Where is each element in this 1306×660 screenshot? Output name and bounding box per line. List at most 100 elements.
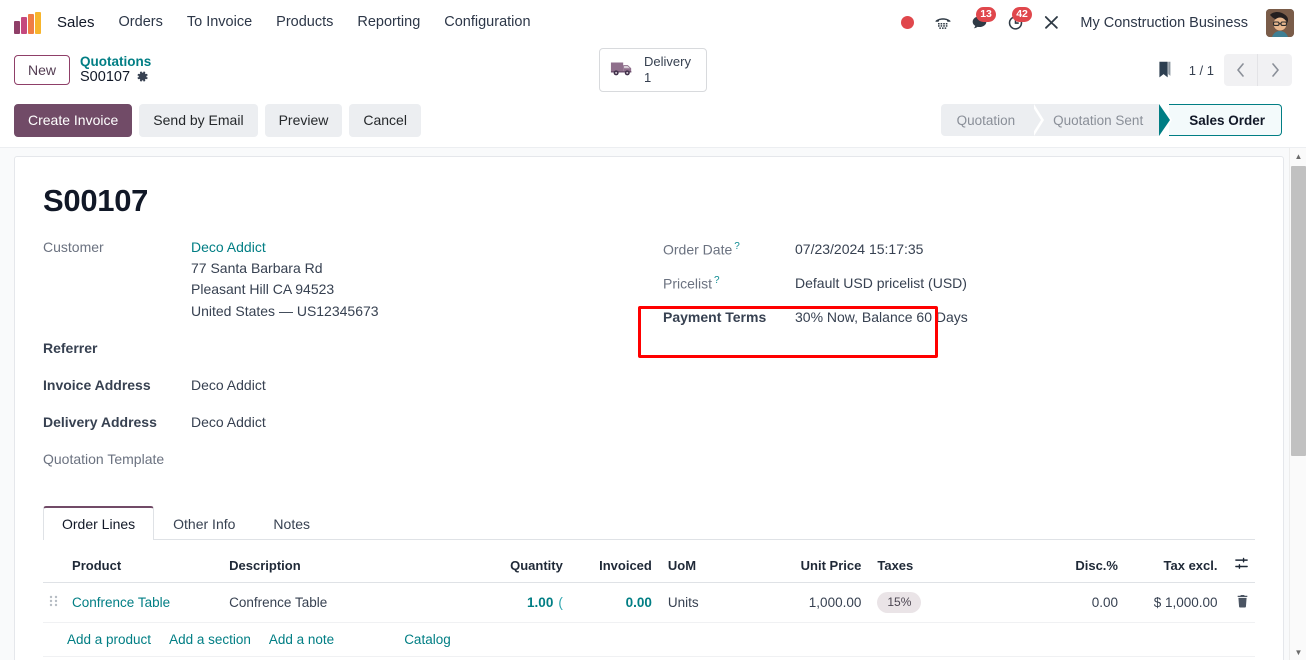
create-invoice-button[interactable]: Create Invoice xyxy=(14,104,133,137)
stage-quotation[interactable]: Quotation xyxy=(940,104,1044,137)
add-a-section-link[interactable]: Add a section xyxy=(169,632,251,647)
th-discount[interactable]: Disc.% xyxy=(1034,548,1124,584)
invoice-address-value[interactable]: Deco Addict xyxy=(191,373,266,396)
gear-icon[interactable] xyxy=(136,70,149,85)
customer-label: Customer xyxy=(43,238,104,255)
control-panel-right: 1 / 1 xyxy=(1153,54,1292,86)
send-by-email-button[interactable]: Send by Email xyxy=(139,104,258,137)
cancel-button[interactable]: Cancel xyxy=(349,104,421,137)
tab-notes[interactable]: Notes xyxy=(254,506,329,540)
page-title: S00107 xyxy=(43,182,149,218)
clock-icon[interactable]: 42 xyxy=(998,6,1033,40)
order-date-help-icon[interactable]: ? xyxy=(734,241,740,252)
form-sheet: S00107 Customer Deco Addict 77 Santa Bar… xyxy=(14,155,1284,660)
drag-handle-icon[interactable] xyxy=(49,595,58,611)
quantity-indicator-icon: ( xyxy=(558,595,563,611)
table-row[interactable]: Confrence Table Confrence Table 1.00( 0.… xyxy=(43,582,1255,624)
nav-item-products[interactable]: Products xyxy=(264,9,345,36)
scroll-down-arrow-icon[interactable]: ▼ xyxy=(1290,644,1306,660)
customer-field: Deco Addict 77 Santa Barbara Rd Pleasant… xyxy=(191,235,379,322)
trash-icon[interactable] xyxy=(1236,594,1249,611)
catalog-link[interactable]: Catalog xyxy=(404,632,451,647)
form-left-column: Customer Deco Addict 77 Santa Barbara Rd… xyxy=(43,235,643,484)
add-links-cell: Add a product Add a section Add a note C… xyxy=(43,622,1255,658)
tab-other-info[interactable]: Other Info xyxy=(154,506,254,540)
quotation-template-label: Quotation Template xyxy=(43,451,165,468)
delivery-smart-button[interactable]: Delivery 1 xyxy=(599,48,707,92)
th-description[interactable]: Description xyxy=(223,548,459,584)
cell-discount[interactable]: 0.00 xyxy=(1034,582,1124,624)
cell-taxes[interactable]: 15% xyxy=(867,582,1035,624)
add-a-note-link[interactable]: Add a note xyxy=(269,632,334,647)
pager-previous-button[interactable] xyxy=(1224,54,1258,86)
pricelist-help-icon[interactable]: ? xyxy=(714,275,720,286)
cell-description[interactable]: Confrence Table xyxy=(223,582,459,624)
customer-value[interactable]: Deco Addict xyxy=(191,237,379,258)
invoice-address-label: Invoice Address xyxy=(43,377,151,394)
vertical-scrollbar[interactable]: ▲ ▼ xyxy=(1289,147,1306,660)
breadcrumb-quotations[interactable]: Quotations xyxy=(80,54,151,70)
status-row: Create Invoice Send by Email Preview Can… xyxy=(0,96,1306,148)
cell-quantity[interactable]: 1.00( xyxy=(458,582,569,624)
new-button[interactable]: New xyxy=(14,54,71,86)
bookmark-icon[interactable] xyxy=(1153,59,1175,81)
th-unit-price[interactable]: Unit Price xyxy=(757,548,868,584)
sliders-icon[interactable] xyxy=(1234,556,1249,571)
table-header-row: Product Description Quantity Invoiced Uo… xyxy=(43,548,1255,584)
company-name[interactable]: My Construction Business xyxy=(1070,9,1258,37)
order-lines-table: Product Description Quantity Invoiced Uo… xyxy=(43,548,1255,658)
nav-item-configuration[interactable]: Configuration xyxy=(432,9,542,36)
th-invoiced[interactable]: Invoiced xyxy=(568,548,658,584)
scroll-up-arrow-icon[interactable]: ▲ xyxy=(1290,148,1306,165)
odoo-logo-icon[interactable] xyxy=(14,11,41,34)
cell-uom[interactable]: Units xyxy=(657,582,758,624)
messages-icon[interactable]: 13 xyxy=(962,6,997,40)
payment-terms-label: Payment Terms xyxy=(663,308,767,325)
th-taxes[interactable]: Taxes xyxy=(867,548,1035,584)
th-product[interactable]: Product xyxy=(66,548,224,584)
nav-item-to-invoice[interactable]: To Invoice xyxy=(175,9,264,36)
preview-button[interactable]: Preview xyxy=(264,104,343,137)
breadcrumb: Quotations S00107 xyxy=(80,54,151,86)
form-columns: Customer Deco Addict 77 Santa Barbara Rd… xyxy=(43,235,1255,484)
pager-next-button[interactable] xyxy=(1258,54,1292,86)
order-date-value[interactable]: 07/23/2024 15:17:35 xyxy=(781,241,923,257)
stage-quotation-sent[interactable]: Quotation Sent xyxy=(1031,104,1173,137)
address-line-2: Pleasant Hill CA 94523 xyxy=(191,281,335,298)
nav-item-reporting[interactable]: Reporting xyxy=(345,9,432,36)
nav-app-sales[interactable]: Sales xyxy=(53,9,107,36)
th-tax-excl[interactable]: Tax excl. xyxy=(1123,548,1224,584)
delivery-smart-button-label: Delivery xyxy=(644,54,691,70)
th-optional-columns xyxy=(1223,548,1255,584)
pricelist-value[interactable]: Default USD pricelist (USD) xyxy=(781,275,967,291)
form-view: Create Invoice Send by Email Preview Can… xyxy=(0,96,1306,660)
phone-icon[interactable] xyxy=(926,6,960,40)
th-quantity[interactable]: Quantity xyxy=(458,548,569,584)
scrollbar-thumb[interactable] xyxy=(1291,165,1306,456)
tab-order-lines[interactable]: Order Lines xyxy=(43,506,155,541)
delivery-address-row: Delivery Address Deco Addict xyxy=(43,410,643,447)
delivery-address-value[interactable]: Deco Addict xyxy=(191,410,266,433)
record-dot-icon[interactable] xyxy=(890,6,924,40)
cell-product[interactable]: Confrence Table xyxy=(66,582,224,624)
stage-arrow-icon xyxy=(1159,104,1171,137)
top-navbar: Sales Orders To Invoice Products Reporti… xyxy=(0,0,1306,46)
payment-terms-value[interactable]: 30% Now, Balance 60 Days xyxy=(781,309,968,325)
pricelist-label: Pricelist? xyxy=(663,274,720,292)
customer-address: 77 Santa Barbara Rd Pleasant Hill CA 945… xyxy=(191,258,379,322)
cell-unit-price[interactable]: 1,000.00 xyxy=(757,582,868,624)
cell-invoiced[interactable]: 0.00 xyxy=(568,582,658,624)
quantity-value: 1.00 xyxy=(527,595,554,611)
stage-sales-order[interactable]: Sales Order xyxy=(1169,104,1282,137)
th-uom[interactable]: UoM xyxy=(657,548,758,584)
product-link[interactable]: Confrence Table xyxy=(72,595,170,610)
nav-item-orders[interactable]: Orders xyxy=(107,9,175,36)
address-line-1: 77 Santa Barbara Rd xyxy=(191,259,323,276)
add-a-product-link[interactable]: Add a product xyxy=(67,632,151,647)
wrench-screwdriver-icon[interactable] xyxy=(1034,6,1068,40)
avatar[interactable] xyxy=(1266,8,1294,37)
pager-count[interactable]: 1 / 1 xyxy=(1189,63,1214,78)
action-buttons: Create Invoice Send by Email Preview Can… xyxy=(14,104,421,137)
pager: 1 / 1 xyxy=(1189,54,1292,86)
order-date-row: Order Date? 07/23/2024 15:17:35 xyxy=(663,241,1255,275)
